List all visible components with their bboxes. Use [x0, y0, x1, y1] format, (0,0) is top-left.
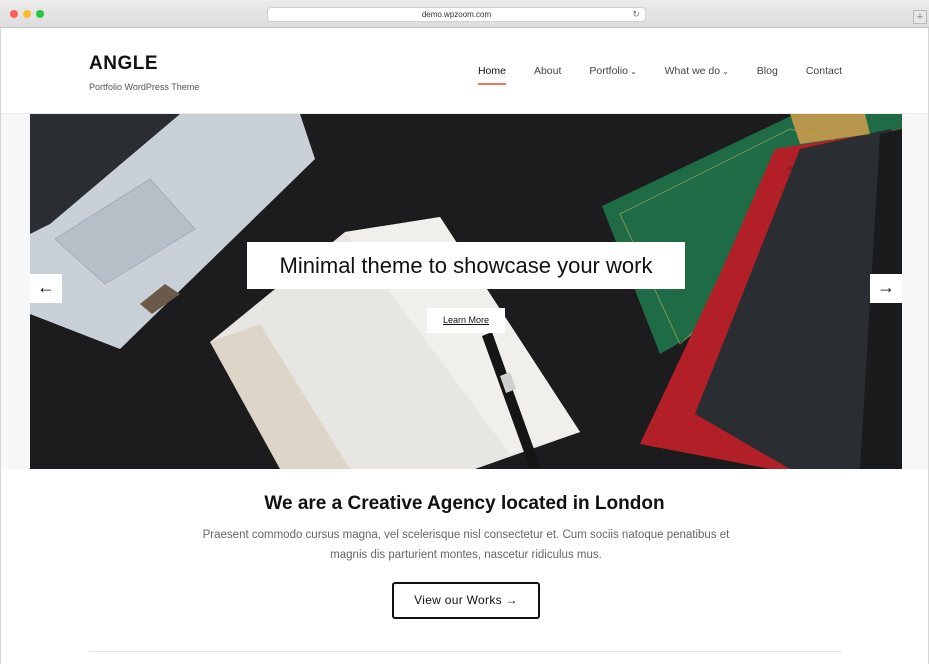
address-bar-url: demo.wpzoom.com: [421, 10, 492, 19]
hero-slider: Minimal theme to showcase your work Lear…: [30, 114, 902, 469]
view-works-button[interactable]: View our Works →: [392, 582, 540, 619]
nav-item-label: What we do: [664, 65, 721, 77]
browser-toolbar: demo.wpzoom.com ↻ +: [0, 0, 929, 28]
minimize-window-button[interactable]: [23, 10, 31, 18]
arrow-right-icon[interactable]: →: [870, 274, 902, 303]
plus-icon[interactable]: +: [913, 10, 927, 24]
hero-photo: [30, 114, 902, 469]
chevron-down-icon: ⌄: [629, 67, 637, 76]
site-title[interactable]: ANGLE: [89, 53, 158, 75]
maximize-window-button[interactable]: [36, 10, 44, 18]
hero-title: Minimal theme to showcase your work: [247, 242, 685, 289]
agency-description: Praesent commodo cursus magna, vel scele…: [202, 529, 730, 561]
web-page: ANGLE Portfolio WordPress Theme Home Abo…: [0, 28, 929, 664]
section-divider: [89, 651, 842, 652]
close-window-button[interactable]: [10, 10, 18, 18]
nav-item-blog[interactable]: Blog: [757, 65, 778, 77]
site-tagline: Portfolio WordPress Theme: [89, 82, 200, 92]
nav-item-label: Contact: [805, 65, 842, 77]
nav-item-label: Home: [477, 65, 506, 77]
nav-item-label: Portfolio: [589, 65, 628, 77]
chevron-down-icon: ⌄: [722, 67, 729, 76]
nav-item-about[interactable]: About: [534, 65, 561, 77]
reload-icon[interactable]: ↻: [632, 8, 640, 21]
nav-item-label: Blog: [756, 65, 778, 77]
agency-heading: We are a Creative Agency located in Lond…: [264, 493, 665, 514]
learn-more-button[interactable]: Learn More: [427, 308, 505, 333]
nav-item-what-we-do[interactable]: What we do ⌄: [665, 65, 729, 77]
main-navigation: Home About Portfolio ⌄ What we do ⌄ Blog C…: [450, 65, 842, 85]
address-bar[interactable]: demo.wpzoom.com ↻: [267, 7, 646, 22]
arrow-left-icon[interactable]: ←: [30, 274, 62, 303]
nav-item-contact[interactable]: Contact: [806, 65, 842, 77]
nav-item-label: About: [533, 65, 562, 77]
nav-item-portfolio[interactable]: Portfolio ⌄: [589, 65, 636, 77]
nav-item-home[interactable]: Home: [477, 65, 506, 85]
